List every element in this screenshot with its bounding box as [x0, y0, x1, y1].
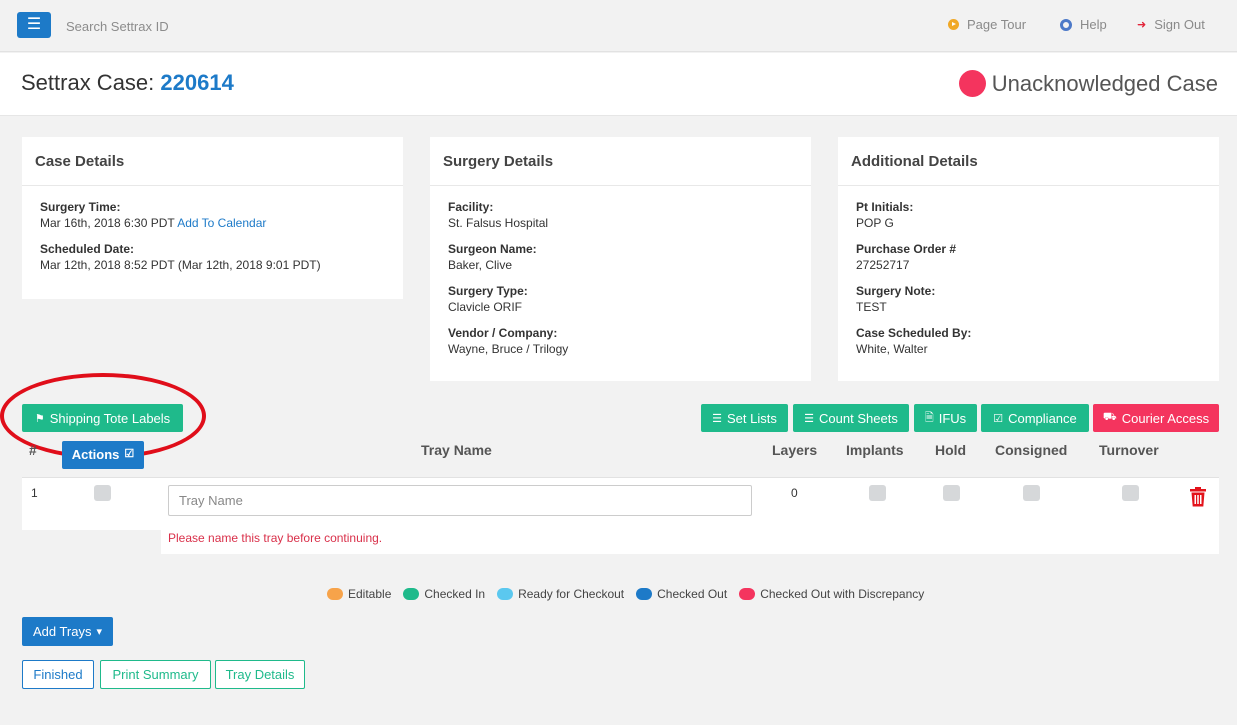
finished-button[interactable]: Finished: [22, 660, 94, 689]
search-input[interactable]: [58, 14, 358, 38]
courier-access-button[interactable]: ⛟ Courier Access: [1093, 404, 1219, 432]
count-sheets-button[interactable]: ☰ Count Sheets: [793, 404, 909, 432]
case-details-panel: Case Details Surgery Time: Mar 16th, 201…: [22, 137, 403, 299]
surgery-details-panel: Surgery Details Facility: St. Falsus Hosp…: [430, 137, 811, 381]
legend-item: Editable: [327, 587, 391, 601]
set-lists-button[interactable]: ☰ Set Lists: [701, 404, 788, 432]
row-number: 1: [31, 486, 38, 500]
column-header-turnover: Turnover: [1099, 442, 1159, 458]
column-header-layers: Layers: [772, 442, 818, 458]
legend-swatch: [739, 588, 756, 600]
legend-item: Checked In: [403, 587, 485, 601]
case-number: 220614: [160, 70, 234, 95]
help-link[interactable]: Help: [1060, 17, 1107, 32]
lifebuoy-icon: [1060, 18, 1072, 31]
top-navbar: ☰ Page Tour Help ➜ Sign Out: [0, 0, 1237, 52]
compliance-button[interactable]: ☑ Compliance: [981, 404, 1089, 432]
legend-swatch: [636, 588, 653, 600]
sign-out-icon: ➜: [1137, 19, 1147, 31]
legend-item: Checked Out: [636, 587, 727, 601]
add-trays-button[interactable]: Add Trays ▾: [22, 617, 113, 646]
page-tour-link[interactable]: Page Tour: [948, 17, 1026, 32]
list-icon: ☰: [712, 412, 722, 425]
row-select-checkbox[interactable]: [94, 485, 111, 501]
check-square-icon: ☑: [124, 448, 135, 460]
column-header-hold: Hold: [935, 442, 967, 458]
layers-value: 0: [791, 486, 798, 500]
menu-button[interactable]: ☰: [17, 12, 51, 38]
implants-checkbox[interactable]: [869, 485, 886, 501]
column-header-implants: Implants: [846, 442, 904, 458]
tray-name-input[interactable]: [168, 485, 752, 516]
column-header-tray-name: Tray Name: [421, 442, 492, 458]
legend-item: Ready for Checkout: [497, 587, 624, 601]
play-circle-icon: [948, 19, 959, 30]
additional-details-panel: Additional Details Pt Initials: POP G Pur…: [838, 137, 1219, 381]
sign-out-link[interactable]: ➜ Sign Out: [1137, 17, 1205, 32]
case-status: Unacknowledged Case: [958, 70, 1218, 97]
print-summary-button[interactable]: Print Summary: [100, 660, 211, 689]
column-header-num: #: [29, 442, 37, 458]
list-icon: ☰: [804, 412, 815, 425]
tag-icon: ⚑: [34, 412, 45, 425]
row-spacer: [22, 530, 161, 556]
legend-swatch: [403, 588, 420, 600]
consigned-checkbox[interactable]: [1023, 485, 1040, 501]
status-dot-icon: [958, 70, 986, 97]
tray-details-button[interactable]: Tray Details: [215, 660, 305, 689]
legend-swatch: [327, 588, 343, 600]
status-legend: Editable Checked In Ready for Checkout C…: [327, 587, 924, 601]
case-header: Settrax Case: 220614 Unacknowledged Case: [0, 53, 1237, 116]
column-header-consigned: Consigned: [995, 442, 1068, 458]
file-icon: 🗎: [924, 411, 934, 424]
panel-title: Surgery Details: [430, 137, 811, 186]
panel-title: Additional Details: [838, 137, 1219, 186]
hold-checkbox[interactable]: [943, 485, 960, 501]
legend-item: Checked Out with Discrepancy: [739, 587, 924, 601]
caret-down-icon: ▾: [96, 626, 103, 638]
check-square-icon: ☑: [993, 412, 1004, 425]
shipping-tote-labels-button[interactable]: ⚑ Shipping Tote Labels: [22, 404, 183, 432]
actions-dropdown-button[interactable]: Actions ☑: [62, 441, 144, 469]
hamburger-icon: ☰: [26, 16, 42, 33]
panel-title: Case Details: [22, 137, 403, 186]
ifus-button[interactable]: 🗎 IFUs: [914, 404, 977, 432]
page-title: Settrax Case: 220614: [21, 70, 234, 95]
legend-swatch: [497, 588, 514, 600]
truck-icon: ⛟: [1102, 411, 1117, 423]
add-to-calendar-link[interactable]: Add To Calendar: [177, 216, 266, 230]
trash-icon[interactable]: [1189, 487, 1207, 507]
tray-name-error: Please name this tray before continuing.: [168, 531, 383, 545]
turnover-checkbox[interactable]: [1122, 485, 1139, 501]
